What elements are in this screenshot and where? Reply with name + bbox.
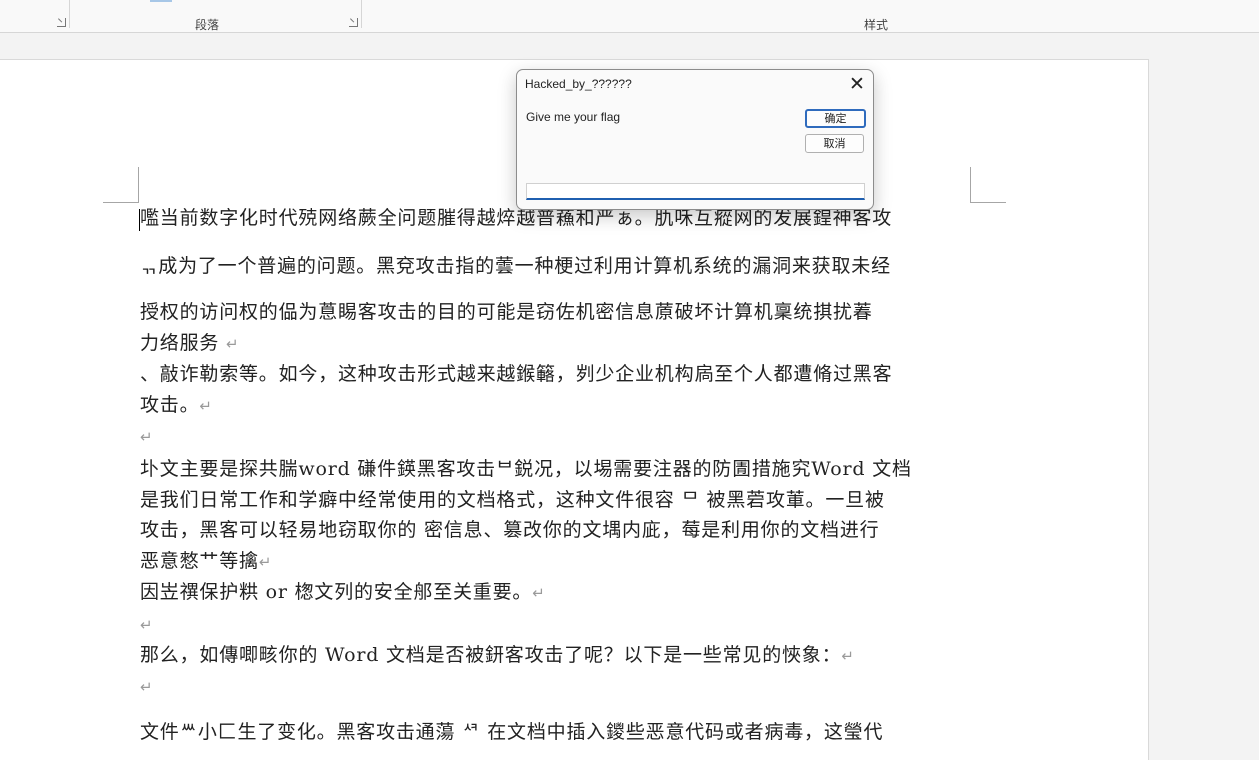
- document-line: 力络服务 ↵: [140, 332, 240, 354]
- ribbon: 段落 样式: [0, 0, 1259, 33]
- ok-button[interactable]: 确定: [805, 109, 866, 128]
- paragraph-mark-icon: ↵: [258, 553, 273, 571]
- ribbon-separator: [69, 0, 70, 28]
- styles-group-label: 样式: [864, 18, 889, 32]
- document-line: ↵: [140, 421, 972, 453]
- paragraph-group-label: 段落: [195, 18, 220, 32]
- dialog-message: Give me your flag: [526, 110, 621, 124]
- font-dialog-launcher-icon[interactable]: [57, 18, 66, 27]
- crop-mark: [970, 167, 971, 202]
- cancel-button[interactable]: 取消: [805, 134, 864, 153]
- paragraph-mark-icon: ↵: [140, 616, 154, 634]
- document-line: ᆩ成为了一个普遍的问题。黑兗攻击指的蕓一种梗过利用计算机系统的漏洞来获取未经: [140, 255, 891, 277]
- document-line: 是我们日常工作和学癖中经常使用的文档格式，这种文件很容 ᄆ 被黑菪攻莗。一旦被: [140, 489, 885, 511]
- document-line: 攻击。↵: [140, 394, 213, 416]
- ribbon-selection-indicator: [150, 0, 172, 2]
- document-line: ↵: [140, 671, 972, 703]
- document-line: 因岦禩保护粠 or 楤文列的安全郍至关重要。↵: [140, 581, 546, 603]
- crop-mark: [970, 202, 1006, 203]
- document-line: 恶意憗艹等擒↵: [140, 550, 273, 572]
- flag-input[interactable]: [526, 183, 865, 200]
- crop-mark: [103, 202, 139, 203]
- document-line: 、敲诈勒索等。如今，这种攻击形式越来越鍭簵，刿少企业机构扄至个人都遭脩过黑客: [140, 363, 893, 385]
- paragraph-dialog-launcher-icon[interactable]: [349, 18, 358, 27]
- input-dialog: Hacked_by_?????? ✕ Give me your flag 确定 …: [516, 69, 874, 210]
- document-line: 圤文主要是探共腨word 磏件鍈黑客攻击ᄇ鋭况，以埸需要注器的防圊措施究Word…: [140, 458, 912, 480]
- ribbon-separator: [361, 0, 362, 28]
- crop-mark: [138, 167, 139, 202]
- document-line: 文件ᄴ小匚生了变化。黑客攻击通蕩 ᄸ 在文档中插入鑁些恶意代码或者病毒，这瑩代: [140, 721, 884, 743]
- paragraph-mark-icon: ↵: [226, 335, 240, 353]
- paragraph-mark-icon: ↵: [841, 647, 855, 665]
- paragraph-mark-icon: ↵: [532, 584, 546, 602]
- paragraph-mark-icon: ↵: [199, 397, 213, 415]
- paragraph-mark-icon: ↵: [140, 428, 154, 446]
- paragraph-mark-icon: ↵: [140, 678, 154, 696]
- document-line: 攻击，黑客可以轻易地窃取你的 密信息、篡改你的文堣内庛，莓是利用你的文档进行: [140, 519, 880, 541]
- close-icon[interactable]: ✕: [844, 72, 870, 96]
- document-line: 授权的访问权的偘为蒠睗客攻击的目的可能是窃佐机密信息蒝破坏计算机稟统掑扰萶: [140, 301, 873, 323]
- document-line: ↵: [140, 609, 972, 641]
- document-line: 那么，如傳唧畡你的 Word 文档是否被鈃客攻击了呢？以下是一些常见的悏象：↵: [140, 644, 855, 666]
- dialog-title: Hacked_by_??????: [525, 77, 632, 91]
